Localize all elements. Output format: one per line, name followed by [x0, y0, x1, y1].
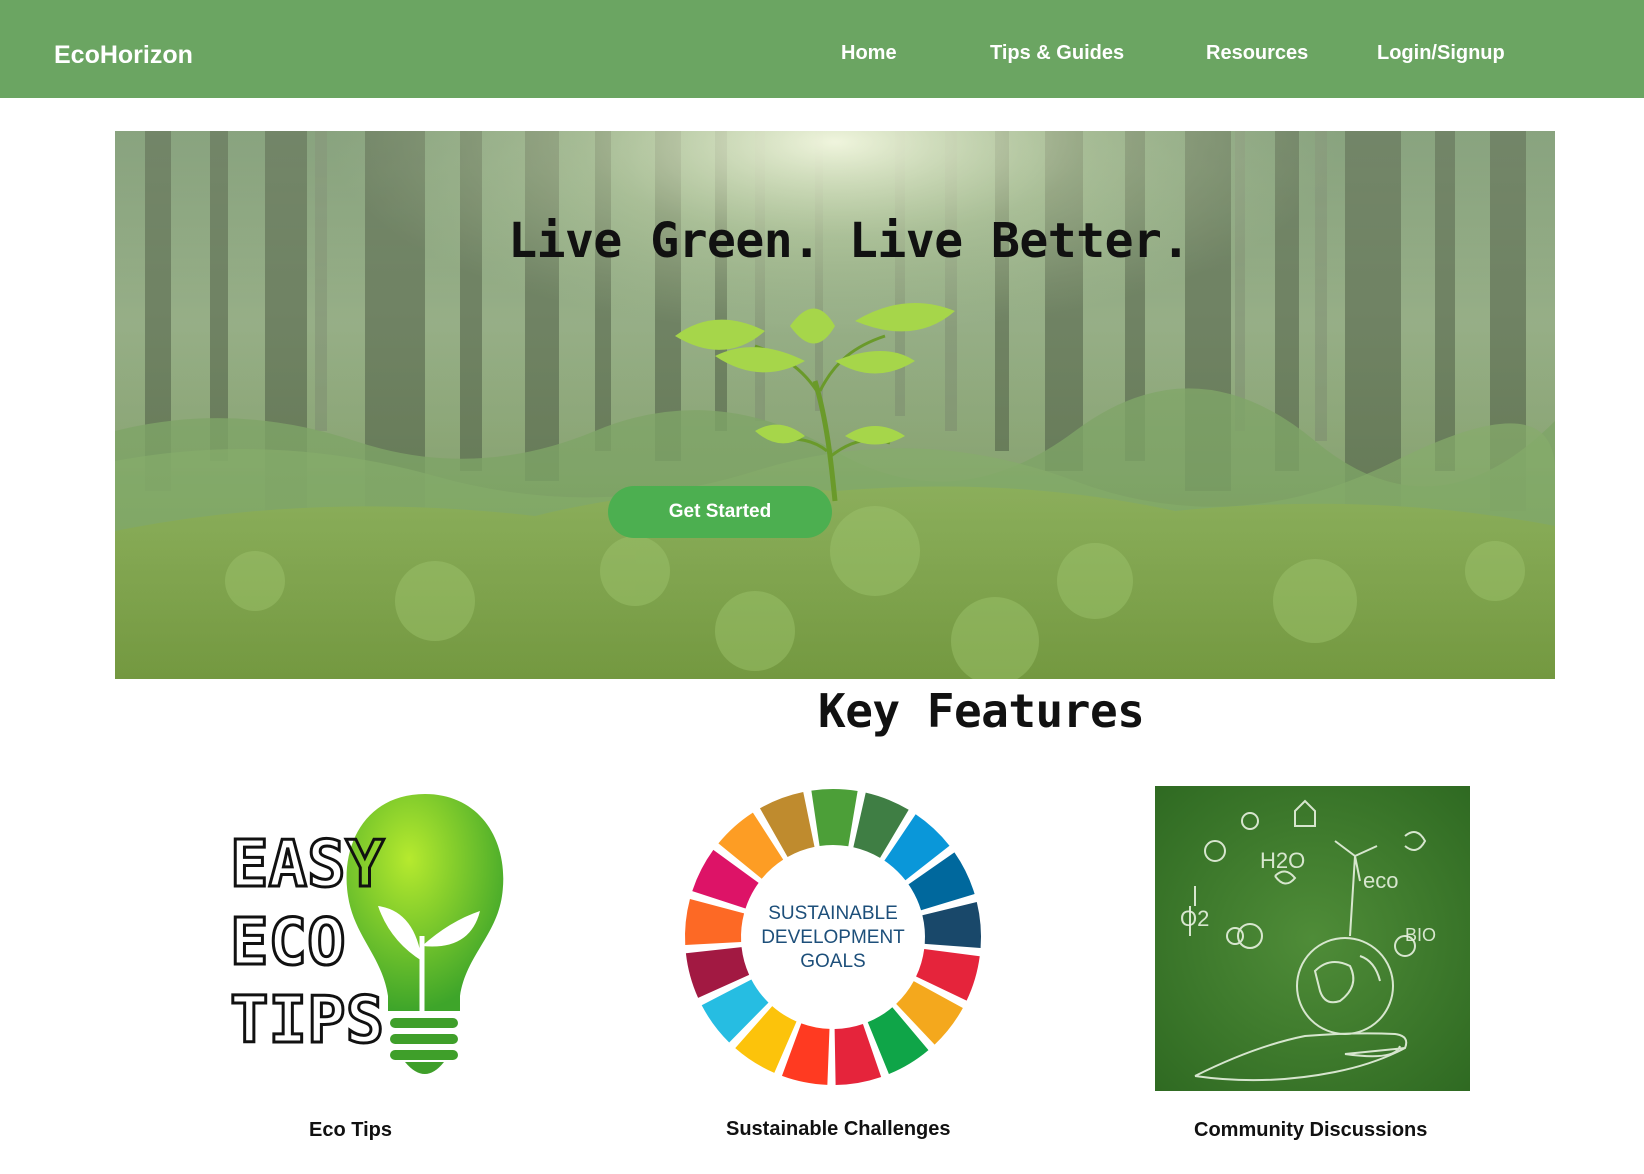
nav-resources-link[interactable]: Resources [1206, 40, 1308, 66]
nav-tips-guides-link[interactable]: Tips & Guides [990, 40, 1124, 66]
logo-text-eco: ECO [230, 906, 346, 980]
key-features-title: Key Features [818, 684, 1145, 738]
sketch-text-h2o: H2O [1260, 848, 1305, 873]
hero-banner: Live Green. Live Better. Get Started [115, 131, 1555, 679]
sdg-text-line-3: GOALS [800, 951, 865, 972]
brand-logo[interactable]: EcoHorizon [54, 40, 193, 70]
sdg-segment [922, 901, 981, 949]
logo-text-tips: TIPS [230, 984, 384, 1058]
sdg-text-line-2: DEVELOPMENT [761, 927, 905, 948]
get-started-button[interactable]: Get Started [608, 486, 832, 538]
logo-text-easy: EASY [230, 828, 385, 902]
eco-hand-globe-icon: H2O eco O2 BIO [1155, 786, 1470, 1091]
sustainable-challenges-label[interactable]: Sustainable Challenges [726, 1116, 951, 1142]
sketch-text-bio: BIO [1405, 925, 1436, 945]
eco-tips-image[interactable]: EASY ECO TIPS [229, 786, 520, 1092]
hero-title: Live Green. Live Better. [508, 213, 1190, 269]
sketch-text-o2: O2 [1180, 906, 1209, 931]
nav-home-link[interactable]: Home [841, 40, 897, 66]
sdg-wheel-icon: SUSTAINABLE DEVELOPMENT GOALS [685, 789, 981, 1085]
sdg-segment [685, 899, 745, 946]
sustainable-challenges-image[interactable]: SUSTAINABLE DEVELOPMENT GOALS [682, 786, 984, 1088]
lightbulb-icon: EASY ECO TIPS [229, 794, 504, 1074]
community-discussions-label[interactable]: Community Discussions [1194, 1117, 1427, 1143]
sketch-text-eco: eco [1363, 868, 1398, 893]
sdg-text-line-1: SUSTAINABLE [768, 903, 898, 924]
top-navbar: EcoHorizon Home Tips & Guides Resources … [0, 0, 1644, 98]
community-discussions-image[interactable]: H2O eco O2 BIO [1155, 786, 1470, 1091]
sdg-segment [811, 789, 858, 847]
nav-login-signup-link[interactable]: Login/Signup [1377, 40, 1505, 66]
eco-tips-label[interactable]: Eco Tips [309, 1117, 392, 1143]
